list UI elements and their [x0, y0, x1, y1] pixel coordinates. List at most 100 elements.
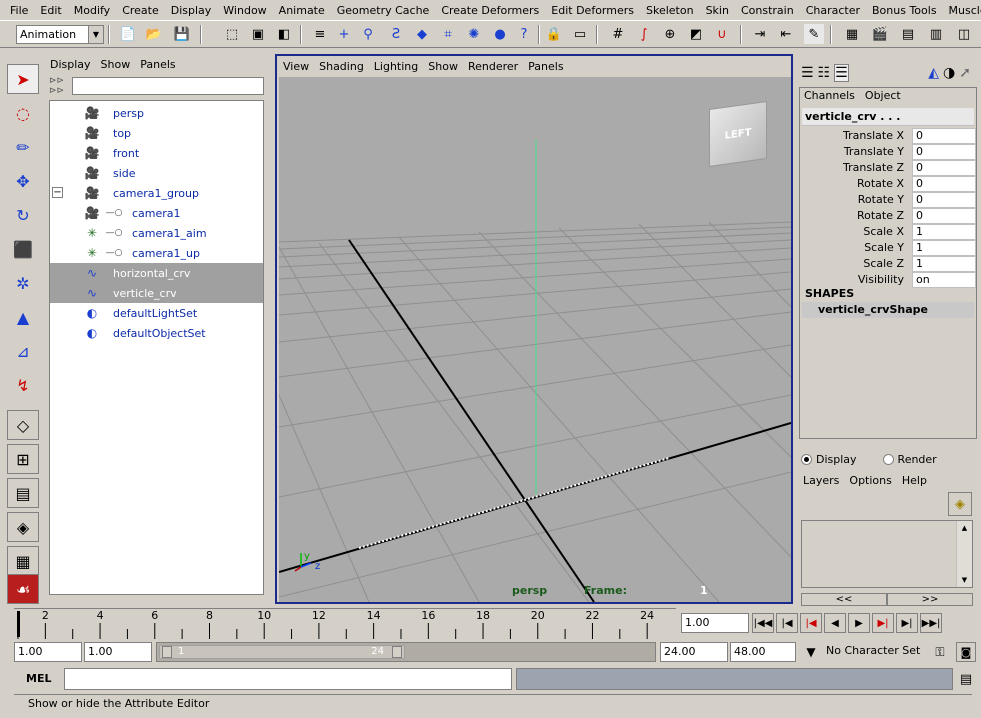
channel-row[interactable]: Translate X 0	[804, 128, 976, 144]
menu-edit-deformers[interactable]: Edit Deformers	[545, 4, 640, 17]
select-component-icon[interactable]: ◧	[274, 24, 294, 44]
outliner-item[interactable]: 🎥 front	[50, 143, 263, 163]
channel-value[interactable]: 0	[912, 208, 976, 224]
select-hierarchy-icon[interactable]: ⬚	[222, 24, 242, 44]
highlight-selection-icon[interactable]: ▭	[570, 24, 590, 44]
render-radio[interactable]	[882, 454, 894, 465]
view-cube[interactable]: LEFT	[709, 100, 767, 168]
tool-settings-icon[interactable]: ◑	[943, 65, 955, 81]
save-scene-icon[interactable]: 💾	[172, 24, 192, 44]
menu-file[interactable]: File	[4, 4, 34, 17]
outliner-item[interactable]: ∿ verticle_crv	[50, 283, 263, 303]
both-view-icon[interactable]: ☰	[834, 64, 849, 82]
menu-bonus-tools[interactable]: Bonus Tools	[866, 4, 943, 17]
range-slider-bar[interactable]: 1 24	[159, 645, 405, 659]
channel-value[interactable]: 1	[912, 256, 976, 272]
playback-end-field[interactable]: 24.00	[660, 642, 728, 662]
soft-modification-icon[interactable]: ▲	[7, 302, 39, 332]
channel-row[interactable]: Translate Z 0	[804, 160, 976, 176]
menu-skin[interactable]: Skin	[700, 4, 735, 17]
go-to-start-icon[interactable]: |◀◀	[752, 613, 774, 633]
select-joint-icon[interactable]: ⚲	[358, 24, 378, 44]
layer-editor-view-icon[interactable]: ☷	[818, 65, 831, 81]
play-forwards-icon[interactable]: ▶	[848, 613, 870, 633]
outliner-item[interactable]: ◐ defaultObjectSet	[50, 323, 263, 343]
menu-create[interactable]: Create	[116, 4, 165, 17]
channel-box-icon[interactable]: ➚	[959, 65, 971, 81]
outliner-menu-display[interactable]: Display	[50, 58, 91, 71]
range-end-handle[interactable]	[392, 646, 402, 658]
viewport-menu-panels[interactable]: Panels	[528, 60, 563, 73]
outliner-item[interactable]: ✳ —○ camera1_up	[50, 243, 263, 263]
render-view-icon[interactable]: ▦	[842, 24, 862, 44]
collapse-toggle-icon[interactable]: −	[52, 187, 63, 198]
range-slider-track[interactable]: 1 24	[156, 642, 656, 662]
script-editor-icon[interactable]: ▤	[956, 668, 976, 690]
channel-value[interactable]: 0	[912, 128, 976, 144]
ipr-render-icon[interactable]: ▤	[898, 24, 918, 44]
snap-grid-icon[interactable]: #	[608, 24, 628, 44]
shape-node-name[interactable]: verticle_crvShape	[802, 302, 974, 318]
scale-tool-icon[interactable]: ⬛	[7, 234, 39, 264]
playback-start-field[interactable]: 1.00	[84, 642, 152, 662]
rotate-tool-icon[interactable]: ↻	[7, 200, 39, 230]
viewport-menu-shading[interactable]: Shading	[319, 60, 364, 73]
outliner-item[interactable]: 🎥 side	[50, 163, 263, 183]
animation-end-field[interactable]: 48.00	[730, 642, 796, 662]
go-to-end-icon[interactable]: ▶▶|	[920, 613, 942, 633]
select-dynamics-icon[interactable]: ✺	[464, 24, 484, 44]
step-back-frame-icon[interactable]: |◀	[776, 613, 798, 633]
mode-selector[interactable]: Animation ▼	[16, 25, 104, 44]
outliner-menu-panels[interactable]: Panels	[140, 58, 175, 71]
make-live-icon[interactable]: ∪	[712, 24, 732, 44]
viewport-menu-lighting[interactable]: Lighting	[374, 60, 418, 73]
open-scene-icon[interactable]: 📂	[144, 24, 164, 44]
character-set-label[interactable]: No Character Set	[824, 642, 924, 662]
lock-selection-icon[interactable]: 🔒	[544, 24, 564, 44]
layer-menu-options[interactable]: Options	[849, 474, 891, 487]
character-set-dropdown-icon[interactable]: ▼	[800, 642, 822, 662]
show-manipulator-icon[interactable]: ⊿	[7, 336, 39, 366]
channel-row[interactable]: Rotate X 0	[804, 176, 976, 192]
output-ops-icon[interactable]: ⇤	[776, 24, 796, 44]
outliner-item[interactable]: ◐ defaultLightSet	[50, 303, 263, 323]
layer-menu-help[interactable]: Help	[902, 474, 927, 487]
four-pane-layout-icon[interactable]: ⊞	[7, 444, 39, 474]
new-layer-icon[interactable]: ◈	[948, 492, 972, 516]
channel-box-view-icon[interactable]: ☰	[801, 65, 814, 81]
move-tool-icon[interactable]: ✥	[7, 166, 39, 196]
channel-row[interactable]: Rotate Z 0	[804, 208, 976, 224]
hypershade-icon[interactable]: ◫	[954, 24, 974, 44]
select-handle-icon[interactable]: +	[334, 24, 354, 44]
outliner-item[interactable]: − 🎥 camera1_group	[50, 183, 263, 203]
render-settings-icon[interactable]: ▥	[926, 24, 946, 44]
scroll-down-icon[interactable]: ▼	[957, 573, 972, 587]
attribute-editor-icon[interactable]: ◭	[928, 65, 939, 81]
current-time-marker[interactable]	[17, 611, 20, 637]
channel-row[interactable]: Rotate Y 0	[804, 192, 976, 208]
menu-animate[interactable]: Animate	[273, 4, 331, 17]
select-deformer-icon[interactable]: ⌗	[438, 24, 458, 44]
channel-value[interactable]: 0	[912, 176, 976, 192]
menu-window[interactable]: Window	[217, 4, 272, 17]
menu-display[interactable]: Display	[165, 4, 218, 17]
channel-row[interactable]: Scale Z 1	[804, 256, 976, 272]
snap-point-icon[interactable]: ⊕	[660, 24, 680, 44]
range-start-handle[interactable]	[162, 646, 172, 658]
select-misc-icon[interactable]: ?	[514, 24, 534, 44]
auto-key-icon[interactable]: ⚿	[928, 642, 952, 662]
select-tool-icon[interactable]: ➤	[7, 64, 39, 94]
play-backwards-icon[interactable]: ◀	[824, 613, 846, 633]
scroll-up-icon[interactable]: ▲	[957, 521, 972, 535]
layer-list-scrollbar[interactable]: ▲ ▼	[956, 521, 972, 587]
outliner-item[interactable]: 🎥 persp	[50, 103, 263, 123]
construction-history-icon[interactable]: ✎	[804, 24, 824, 44]
maya-logo-icon[interactable]: ☙	[7, 574, 39, 604]
viewport-menu-view[interactable]: View	[283, 60, 309, 73]
layer-next-button[interactable]: >>	[887, 593, 973, 606]
menu-character[interactable]: Character	[800, 4, 866, 17]
filter-toggle-icon[interactable]: ⊳⊳ ⊳⊳	[49, 76, 69, 96]
snap-view-plane-icon[interactable]: ◩	[686, 24, 706, 44]
paint-select-tool-icon[interactable]: ✏	[7, 132, 39, 162]
outliner-item[interactable]: ∿ horizontal_crv	[50, 263, 263, 283]
